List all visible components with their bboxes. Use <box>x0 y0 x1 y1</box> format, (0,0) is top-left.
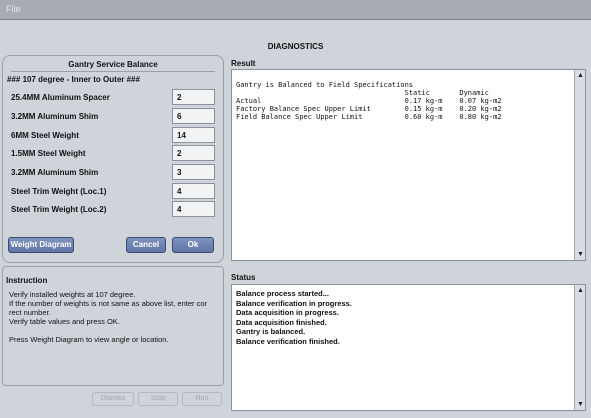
row-label: 6MM Steel Weight <box>11 131 79 140</box>
status-scrollbar[interactable]: ▲ ▼ <box>574 285 585 410</box>
weight-count-field[interactable]: 6 <box>172 108 215 124</box>
status-label: Status <box>231 273 256 282</box>
scroll-up-icon[interactable]: ▲ <box>576 71 585 80</box>
weight-count-field[interactable]: 4 <box>172 201 215 217</box>
result-area[interactable]: Gantry is Balanced to Field Specificatio… <box>231 69 586 261</box>
result-text: Gantry is Balanced to Field Specificatio… <box>236 81 502 121</box>
cancel-button[interactable]: Cancel <box>126 237 166 253</box>
row-label: 3.2MM Aluminum Shim <box>11 112 99 121</box>
title-bar: File <box>0 0 591 20</box>
row-label: Steel Trim Weight (Loc.1) <box>11 187 107 196</box>
status-area[interactable]: Balance process started... Balance verif… <box>231 284 586 411</box>
stop-button[interactable]: Stop <box>138 392 178 406</box>
weight-count-field[interactable]: 2 <box>172 145 215 161</box>
scroll-down-icon[interactable]: ▼ <box>576 250 585 259</box>
instruction-label: Instruction <box>6 276 48 285</box>
row-label: 25.4MM Aluminum Spacer <box>11 93 110 102</box>
weight-count-field[interactable]: 3 <box>172 164 215 180</box>
panel-subtitle: ### 107 degree - Inner to Outer ### <box>7 75 140 84</box>
result-label: Result <box>231 59 256 68</box>
row-label: Steel Trim Weight (Loc.2) <box>11 205 107 214</box>
result-scrollbar[interactable]: ▲ ▼ <box>574 70 585 260</box>
file-menu[interactable]: File <box>6 4 21 14</box>
weight-count-field[interactable]: 4 <box>172 183 215 199</box>
instruction-panel: Instruction Verify installed weights at … <box>2 266 224 386</box>
row-label: 1.5MM Steel Weight <box>11 149 86 158</box>
scroll-up-icon[interactable]: ▲ <box>576 286 585 295</box>
scroll-down-icon[interactable]: ▼ <box>576 400 585 409</box>
status-text: Balance process started... Balance verif… <box>236 289 352 346</box>
weight-count-field[interactable]: 14 <box>172 127 215 143</box>
divider <box>11 71 215 72</box>
ok-button[interactable]: Ok <box>172 237 214 253</box>
panel-title: Gantry Service Balance <box>68 60 158 69</box>
run-button[interactable]: Run <box>182 392 222 406</box>
weight-diagram-button[interactable]: Weight Diagram <box>8 237 74 253</box>
gantry-balance-panel: Gantry Service Balance ### 107 degree - … <box>2 55 224 263</box>
instruction-text: Verify installed weights at 107 degree. … <box>9 290 208 344</box>
dismiss-button[interactable]: Dismiss <box>92 392 134 406</box>
page-title: DIAGNOSTICS <box>267 42 324 51</box>
weight-count-field[interactable]: 2 <box>172 89 215 105</box>
row-label: 3.2MM Aluminum Shim <box>11 168 99 177</box>
